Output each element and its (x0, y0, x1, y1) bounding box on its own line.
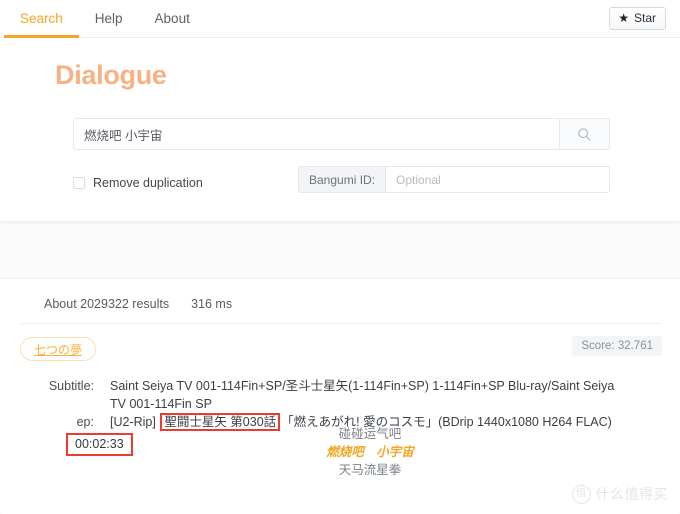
nav-tab-about[interactable]: About (139, 0, 206, 37)
search-panel: Dialogue Remove duplication Bangumi ID: (0, 38, 680, 222)
dialogue-lines: 碰碰运气吧 燃烧吧 小宇宙 天马流星拳 (260, 425, 480, 479)
nav-tab-list: Search Help About (4, 0, 206, 38)
remove-duplication-checkbox[interactable]: Remove duplication (73, 176, 203, 190)
result-item: 七つの夢 Score: 32.761 Subtitle: Saint Seiya… (0, 331, 680, 477)
top-navbar: Search Help About ★ Star (0, 0, 680, 38)
dialogue-line-prev: 碰碰运气吧 (338, 427, 402, 441)
page-title: Dialogue (55, 60, 167, 90)
result-score-badge: Score: 32.761 (572, 336, 662, 356)
subtitle-value: Saint Seiya TV 001-114Fin+SP/圣斗士星矢(1-114… (110, 379, 615, 411)
watermark-badge-icon: 值 (571, 484, 591, 504)
results-time: 316 ms (191, 297, 233, 311)
result-fields: Subtitle: Saint Seiya TV 001-114Fin+SP/圣… (0, 377, 680, 431)
options-row: Remove duplication Bangumi ID: (73, 166, 610, 196)
subtitle-row: Subtitle: Saint Seiya TV 001-114Fin+SP/圣… (0, 377, 680, 413)
search-button[interactable] (559, 118, 610, 150)
results-panel: About 2029322 results 316 ms 七つの夢 Score:… (0, 278, 680, 514)
search-row (73, 118, 610, 150)
result-header-row: 七つの夢 Score: 32.761 (0, 331, 680, 365)
dialogue-timestamp: 00:02:33 (66, 433, 133, 456)
watermark-text: 什么值得买 (595, 486, 668, 502)
dialogue-line-match: 燃烧吧 小宇宙 (326, 445, 414, 459)
star-button-label: Star (633, 11, 656, 26)
results-count: About 2029322 results (44, 297, 170, 311)
star-icon: ★ (618, 11, 629, 26)
nav-tab-search-label: Search (20, 11, 63, 26)
watermark: 值 什么值得买 (571, 484, 669, 504)
bangumi-id-input[interactable] (385, 166, 610, 193)
nav-tab-help[interactable]: Help (79, 0, 139, 37)
nav-tab-search[interactable]: Search (4, 0, 79, 38)
result-tag-chip[interactable]: 七つの夢 (20, 337, 97, 361)
results-divider (20, 323, 662, 324)
subtitle-label: Subtitle: (48, 379, 94, 393)
nav-tab-help-label: Help (94, 11, 123, 26)
star-button[interactable]: ★ Star (609, 7, 666, 30)
bangumi-id-group: Bangumi ID: (298, 166, 610, 193)
dialogue-line-next: 天马流星拳 (338, 463, 402, 477)
bangumi-id-label: Bangumi ID: (298, 166, 386, 193)
nav-tab-about-label: About (154, 11, 190, 26)
search-icon (578, 127, 591, 141)
search-input[interactable] (73, 118, 559, 150)
results-meta: About 2029322 results 316 ms (44, 297, 232, 311)
remove-duplication-label: Remove duplication (93, 176, 203, 190)
dialogue-block: 00:02:33 碰碰运气吧 燃烧吧 小宇宙 天马流星拳 (0, 427, 680, 483)
checkbox-box-icon (73, 177, 85, 189)
